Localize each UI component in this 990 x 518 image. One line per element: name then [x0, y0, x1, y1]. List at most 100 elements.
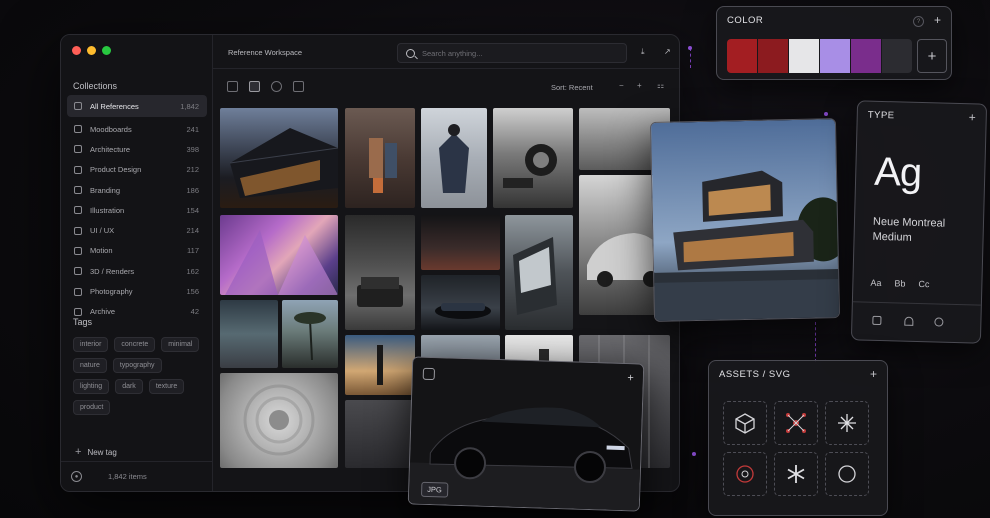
sidebar-item-collection[interactable]: All References 1,842: [67, 95, 207, 117]
masonry-view-button[interactable]: [249, 81, 260, 92]
list-view-button[interactable]: [293, 81, 304, 92]
asset-tile[interactable]: [774, 452, 818, 496]
item-count: 1,842 items: [108, 472, 147, 481]
collection-count: 156: [186, 287, 199, 297]
asset-tile[interactable]: [723, 401, 767, 445]
add-icon[interactable]: +: [934, 13, 941, 27]
view-toolbar: Sort: Recent − + ⚏: [213, 77, 679, 97]
asset-tile[interactable]: [825, 401, 869, 445]
preview-card-building[interactable]: [649, 118, 841, 322]
type-panel: TYPE + Ag Neue Montreal Medium Aa Bb Cc: [850, 100, 988, 345]
type-sample: Ag: [873, 149, 922, 196]
image-tile[interactable]: [505, 215, 573, 330]
fashion-thumbnail: [369, 138, 397, 193]
image-tile[interactable]: [345, 400, 415, 468]
clock-view-button[interactable]: [271, 81, 282, 92]
pen-icon[interactable]: [934, 317, 944, 327]
collection-label: Architecture: [90, 144, 131, 154]
assets-panel-title: ASSETS / SVG: [719, 369, 791, 380]
add-swatch-button[interactable]: +: [917, 39, 947, 73]
image-tile[interactable]: [421, 275, 500, 330]
tag-chip[interactable]: nature: [73, 358, 107, 373]
grid-view-button[interactable]: [227, 81, 238, 92]
sidebar-item-collection[interactable]: 3D / Renders 162: [67, 261, 207, 281]
sidebar-item-collection[interactable]: Branding 186: [67, 180, 207, 200]
tag-chip[interactable]: minimal: [161, 337, 200, 352]
sidebar-item-collection[interactable]: Architecture 398: [67, 139, 207, 159]
zoom-in-icon[interactable]: +: [637, 81, 642, 90]
new-tag-button[interactable]: + New tag: [75, 446, 117, 458]
folder-icon: [74, 145, 82, 154]
search-input[interactable]: [422, 48, 602, 58]
tag-chip[interactable]: concrete: [114, 337, 156, 352]
tag-chip[interactable]: product: [73, 400, 111, 415]
add-icon[interactable]: +: [969, 110, 976, 124]
image-tile[interactable]: [345, 108, 415, 208]
sidebar-item-collection[interactable]: Photography 156: [67, 281, 207, 301]
maximize-window-button[interactable]: [102, 46, 111, 55]
search-box[interactable]: [397, 43, 627, 63]
folder-icon: [74, 226, 82, 235]
asset-tile[interactable]: [723, 452, 767, 496]
color-swatch[interactable]: [820, 39, 850, 73]
connector-dot: [688, 46, 692, 50]
image-tile[interactable]: [220, 215, 338, 295]
color-swatch[interactable]: [758, 39, 788, 73]
image-tile[interactable]: [220, 300, 278, 368]
sidebar-item-collection[interactable]: UI / UX 214: [67, 220, 207, 240]
color-swatch[interactable]: [727, 39, 757, 73]
minimize-window-button[interactable]: [87, 46, 96, 55]
folder-icon: [74, 102, 82, 110]
folder-icon: [74, 186, 82, 195]
image-tile[interactable]: [345, 215, 415, 330]
image-tile[interactable]: [282, 300, 338, 368]
search-icon: [406, 48, 415, 58]
sidebar-item-collection[interactable]: Illustration 154: [67, 200, 207, 220]
color-swatch[interactable]: [882, 39, 912, 73]
folder-icon: [74, 125, 82, 134]
asset-grid: [723, 401, 869, 496]
desert-figure-thumbnail: [377, 345, 383, 385]
share-icon[interactable]: ↗: [664, 47, 671, 56]
image-tile[interactable]: [421, 215, 500, 270]
tag-chip[interactable]: typography: [112, 358, 162, 373]
dark-car-thumbnail: [435, 303, 491, 319]
add-icon[interactable]: +: [627, 372, 634, 384]
sidebar-item-collection[interactable]: Motion 117: [67, 241, 207, 261]
image-type-icon: [422, 367, 436, 381]
cube-icon: [735, 413, 755, 434]
asset-tile[interactable]: [774, 401, 818, 445]
image-tile[interactable]: [220, 108, 338, 208]
zoom-out-icon[interactable]: −: [619, 81, 624, 90]
color-swatch[interactable]: [851, 39, 881, 73]
image-tile[interactable]: [493, 108, 573, 208]
sidebar-item-collection[interactable]: Product Design 212: [67, 160, 207, 180]
glyph-sample: Aa: [870, 277, 882, 289]
image-tile[interactable]: [220, 373, 338, 468]
folder-icon: [74, 267, 82, 276]
add-icon[interactable]: +: [870, 367, 877, 381]
image-tile[interactable]: [421, 108, 487, 208]
sort-dropdown[interactable]: Sort: Recent: [551, 83, 593, 92]
download-icon[interactable]: ⤓: [641, 47, 645, 57]
archive-icon[interactable]: [904, 316, 914, 326]
close-window-button[interactable]: [72, 46, 81, 55]
plus-icon: +: [75, 446, 82, 458]
color-swatch[interactable]: [789, 39, 819, 73]
image-tile[interactable]: [345, 335, 415, 395]
filter-icon[interactable]: ⚏: [657, 81, 664, 90]
sidebar-item-collection[interactable]: Moodboards 241: [67, 119, 207, 139]
collections-list: All References 1,842 Moodboards 241 Architec…: [67, 95, 207, 322]
preview-card-car[interactable]: + JPG: [407, 356, 645, 512]
tag-chip[interactable]: lighting: [73, 379, 110, 394]
help-icon[interactable]: ?: [913, 16, 924, 27]
jeep-thumbnail: [357, 277, 403, 307]
tag-chip[interactable]: texture: [148, 379, 185, 394]
text-box-icon[interactable]: [872, 315, 882, 326]
tag-chip[interactable]: interior: [73, 337, 109, 352]
tag-chip[interactable]: dark: [115, 379, 143, 394]
settings-circle-icon[interactable]: ●: [71, 471, 82, 482]
connector-dot: [824, 112, 828, 116]
type-panel-title: TYPE: [867, 109, 895, 122]
asset-tile[interactable]: [825, 452, 869, 496]
